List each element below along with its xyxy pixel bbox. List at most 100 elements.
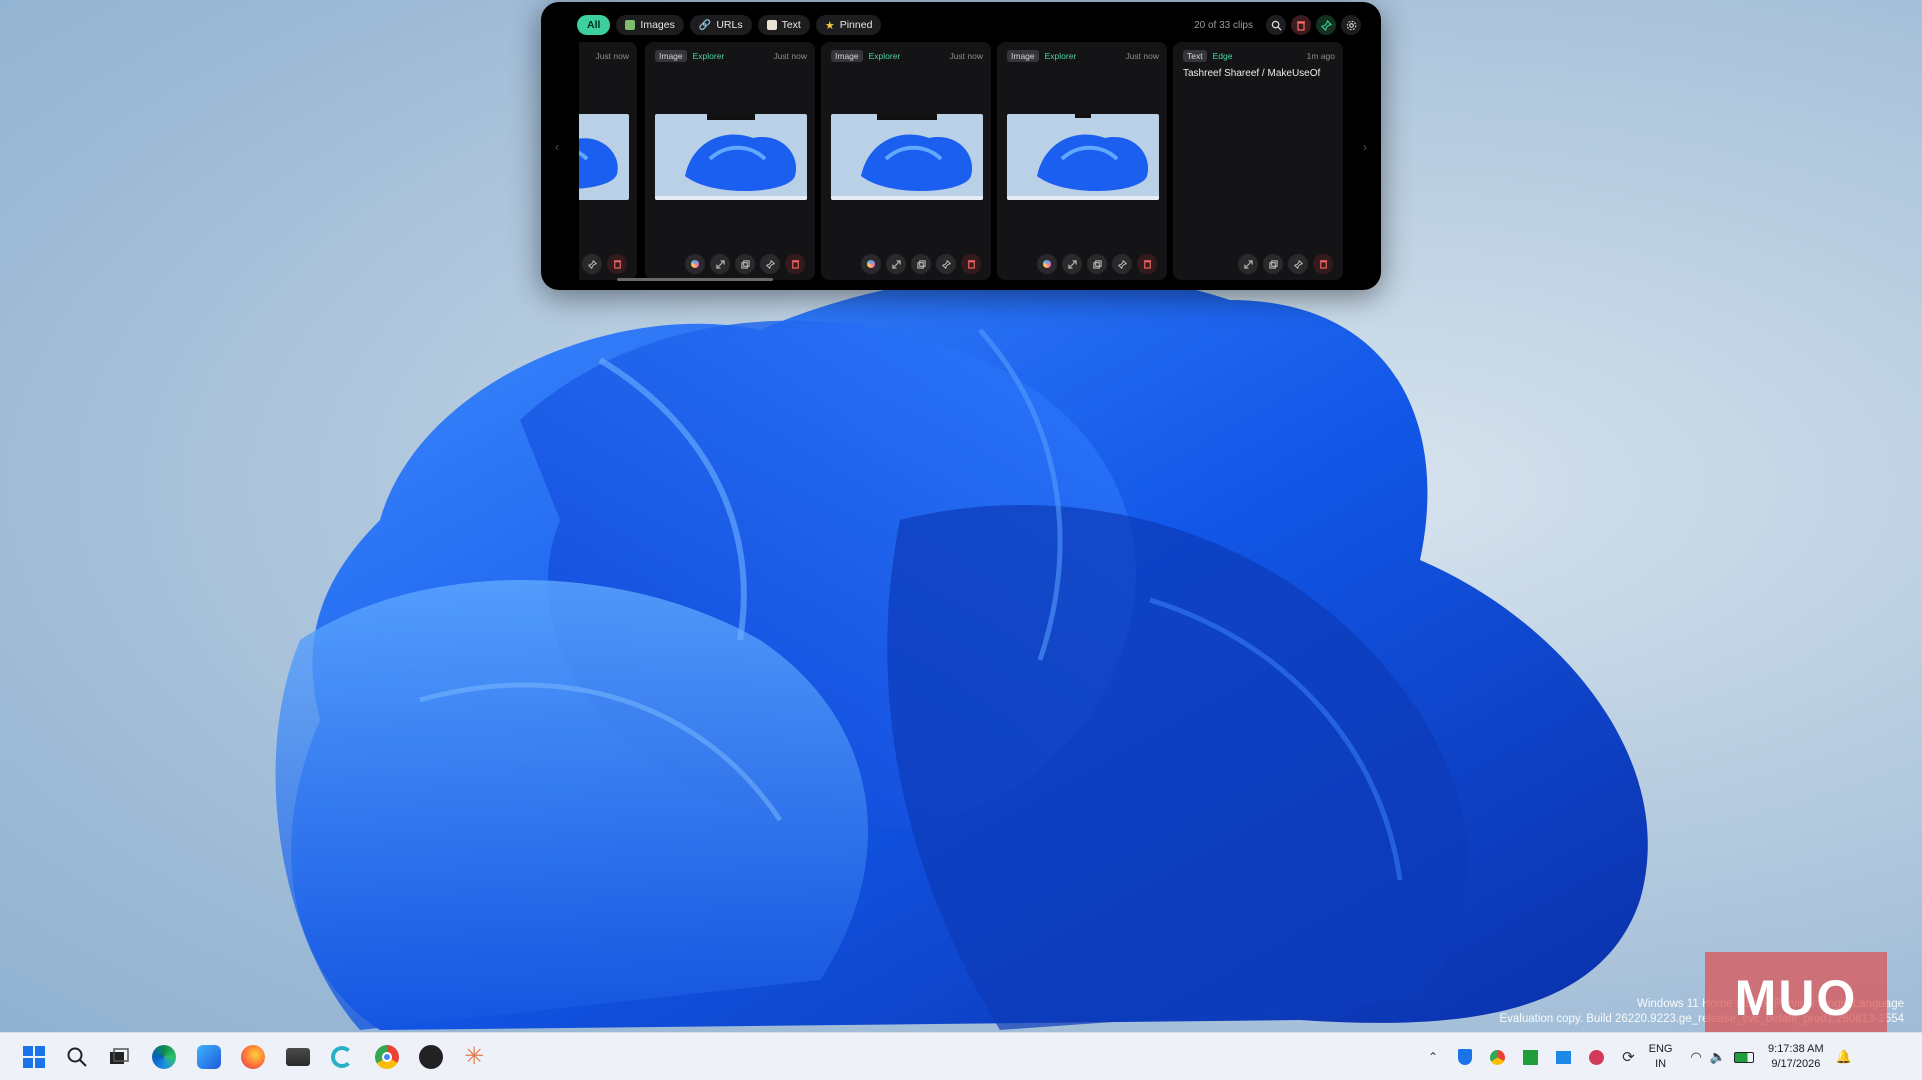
expand-clip-button[interactable] [710, 254, 730, 274]
volume-icon[interactable]: 🔈 [1710, 1049, 1726, 1065]
filter-text[interactable]: Text [757, 15, 810, 35]
pin-clip-button[interactable] [582, 254, 602, 274]
clip-time: Just now [1125, 51, 1159, 61]
clip-card[interactable]: Image Explorer Just now [997, 42, 1167, 280]
chevron-left-icon[interactable]: ‹ [555, 140, 559, 154]
search-button[interactable] [1266, 15, 1286, 35]
pin-toggle-button[interactable] [1316, 15, 1336, 35]
colors-clip-button[interactable] [1037, 254, 1057, 274]
delete-clip-button[interactable] [1313, 254, 1333, 274]
search-taskbar-button[interactable] [63, 1043, 91, 1071]
taskbar-app-photos[interactable] [195, 1043, 223, 1071]
clip-time: 1m ago [1306, 51, 1335, 61]
filter-all[interactable]: All [577, 15, 611, 35]
delete-clip-button[interactable] [607, 254, 627, 274]
pin-clip-button[interactable] [1112, 254, 1132, 274]
horizontal-scrollbar[interactable] [617, 278, 773, 281]
clip-time: Just now [595, 51, 629, 61]
copy-icon [740, 259, 750, 269]
clear-all-button[interactable] [1291, 15, 1311, 35]
copy-icon [1268, 259, 1278, 269]
folder-icon [286, 1048, 310, 1066]
link-icon: 🔗 [698, 19, 712, 31]
language-region: IN [1655, 1058, 1667, 1070]
trash-icon [967, 260, 975, 269]
clip-card[interactable]: Image Explorer Just now [821, 42, 991, 280]
taskbar-app-firefox[interactable] [239, 1043, 267, 1071]
chrome-icon [375, 1045, 399, 1069]
clock[interactable]: 9:17:38 AM 9/17/2026 [1768, 1042, 1824, 1072]
monitor-tray-icon[interactable] [1556, 1050, 1572, 1064]
clip-card[interactable]: Image Explorer Just now [645, 42, 815, 280]
pin-clip-button[interactable] [760, 254, 780, 274]
chevron-up-icon[interactable]: ⌃ [1428, 1050, 1438, 1064]
firefox-icon [241, 1045, 265, 1069]
battery-icon[interactable] [1734, 1051, 1755, 1063]
filter-urls[interactable]: 🔗 URLs [689, 15, 752, 35]
taskbar-app-copilot[interactable] [328, 1043, 356, 1071]
pin-clip-button[interactable] [936, 254, 956, 274]
notification-bell-icon[interactable]: 🔔 [1836, 1049, 1852, 1065]
expand-icon [891, 259, 901, 269]
taskbar-app-file-explorer[interactable] [284, 1043, 312, 1071]
chrome-tray-icon[interactable] [1490, 1049, 1506, 1065]
pin-icon [1320, 19, 1332, 31]
search-icon [67, 1047, 87, 1067]
clip-card[interactable]: Just now [579, 42, 637, 280]
wifi-icon[interactable]: ◠ [1690, 1049, 1701, 1065]
language-indicator[interactable]: ENG IN [1649, 1042, 1673, 1072]
taskbar-app-claude[interactable]: ✳ [460, 1043, 488, 1071]
desktop: All Images 🔗 URLs Text ★ Pinned 20 of 33… [0, 0, 1922, 1080]
trash-icon [1297, 20, 1305, 31]
colors-clip-button[interactable] [861, 254, 881, 274]
pin-clip-button[interactable] [1288, 254, 1308, 274]
image-icon [625, 20, 636, 30]
palette-icon [1043, 260, 1051, 268]
copy-icon [916, 259, 926, 269]
expand-clip-button[interactable] [886, 254, 906, 274]
palette-icon [867, 260, 875, 268]
task-view-icon [110, 1048, 129, 1064]
copy-clip-button[interactable] [911, 254, 931, 274]
clip-type-badge: Image [1007, 50, 1039, 62]
delete-clip-button[interactable] [785, 254, 805, 274]
expand-icon [1243, 259, 1253, 269]
filter-images[interactable]: Images [616, 15, 684, 35]
clock-date: 9/17/2026 [1771, 1058, 1821, 1070]
clock-time: 9:17:38 AM [1768, 1043, 1824, 1055]
sync-tray-icon[interactable]: ⟳ [1622, 1048, 1635, 1066]
clip-card[interactable]: Text Edge 1m ago Tashreef Shareef / Make… [1173, 42, 1343, 280]
pin-icon [1117, 259, 1127, 269]
taskbar-app-chrome[interactable] [373, 1043, 401, 1071]
clip-source: Explorer [692, 51, 725, 61]
muo-logo-text: MUO [1734, 970, 1858, 1026]
copy-clip-button[interactable] [1263, 254, 1283, 274]
chevron-right-icon[interactable]: › [1363, 140, 1367, 154]
expand-clip-button[interactable] [1238, 254, 1258, 274]
copy-clip-button[interactable] [1087, 254, 1107, 274]
clip-source: Edge [1212, 51, 1233, 61]
taskbar-app-chatgpt[interactable] [417, 1043, 445, 1071]
taskbar-app-edge[interactable] [150, 1043, 178, 1071]
settings-button[interactable] [1341, 15, 1361, 35]
expand-icon [715, 259, 725, 269]
app-tray-icon[interactable] [1589, 1049, 1605, 1065]
delete-clip-button[interactable] [1137, 254, 1157, 274]
colors-clip-button[interactable] [685, 254, 705, 274]
filter-pinned[interactable]: ★ Pinned [815, 15, 882, 35]
trash-icon [791, 260, 799, 269]
clip-thumbnail [579, 114, 629, 200]
defender-shield-icon[interactable] [1458, 1049, 1473, 1065]
filter-urls-label: URLs [716, 19, 743, 31]
copy-clip-button[interactable] [735, 254, 755, 274]
palette-icon [691, 260, 699, 268]
nvidia-tray-icon[interactable] [1523, 1049, 1539, 1065]
clip-type-badge: Image [831, 50, 863, 62]
trash-icon [1143, 260, 1151, 269]
start-button[interactable] [20, 1043, 48, 1071]
expand-clip-button[interactable] [1062, 254, 1082, 274]
delete-clip-button[interactable] [961, 254, 981, 274]
pin-icon [765, 259, 775, 269]
task-view-button[interactable] [105, 1043, 133, 1071]
taskbar: ✳ ⌃ ⟳ ENG IN ◠ 🔈 9:17:38 AM 9/17/2026 🔔 [0, 1032, 1922, 1080]
